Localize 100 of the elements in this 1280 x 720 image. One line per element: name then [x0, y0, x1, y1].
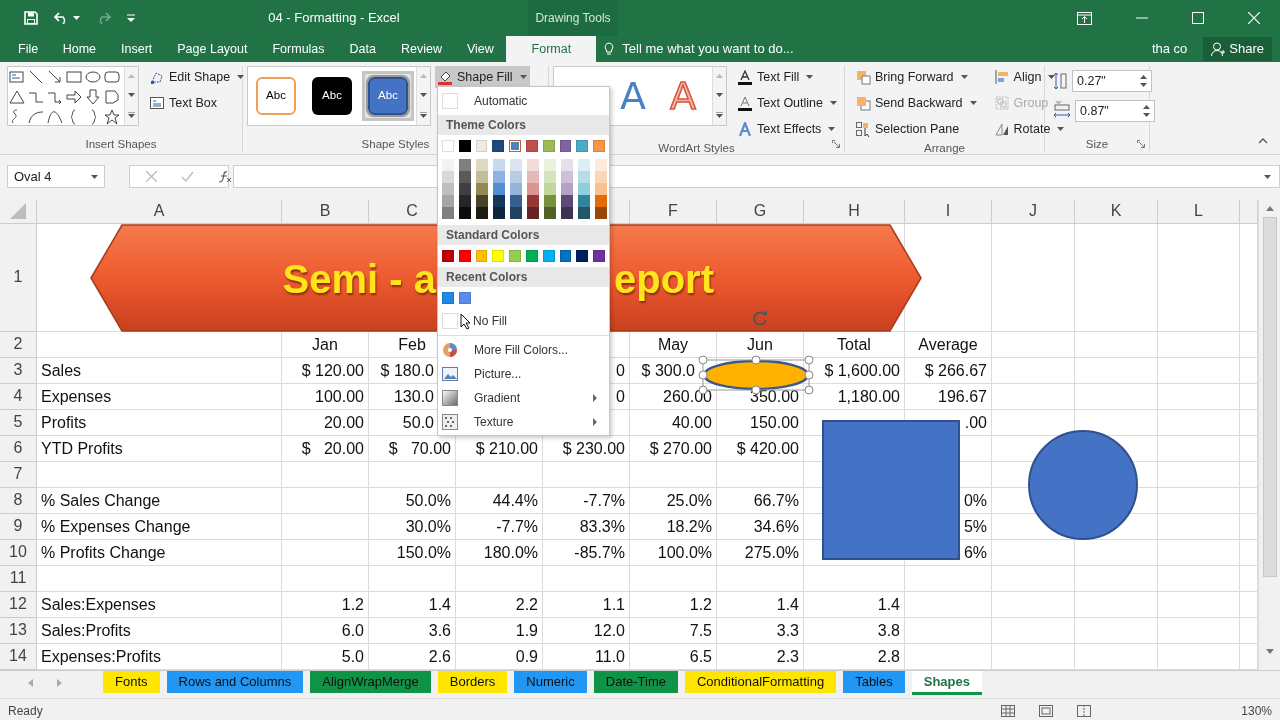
color-swatch[interactable] [561, 159, 573, 171]
close-icon[interactable] [1248, 12, 1260, 24]
sheet-tab[interactable]: Fonts [103, 671, 160, 693]
row-header[interactable]: 5 [0, 410, 37, 436]
row-header[interactable]: 14 [0, 644, 37, 670]
color-swatch[interactable] [459, 183, 471, 195]
ribbon-button[interactable]: Edit Shape [147, 66, 248, 88]
column-header[interactable]: L [1158, 200, 1240, 224]
color-swatch[interactable] [442, 159, 454, 171]
ribbon-tab[interactable]: Formulas [259, 36, 338, 62]
row-header[interactable]: 8 [0, 488, 37, 514]
ribbon-display-icon[interactable] [1077, 11, 1092, 25]
spin-field[interactable]: 0.87" [1075, 100, 1155, 122]
select-all-icon[interactable] [10, 202, 26, 219]
color-swatch[interactable] [578, 207, 590, 219]
color-swatch[interactable] [544, 195, 556, 207]
rotate-handle-icon[interactable] [751, 310, 769, 328]
ribbon-button[interactable]: Selection Pane [853, 118, 980, 140]
color-swatch[interactable] [527, 171, 539, 183]
row-header[interactable]: 9 [0, 514, 37, 540]
sheet-tab[interactable]: Date-Time [593, 671, 678, 693]
more-icon[interactable] [716, 111, 723, 118]
shape-style-option[interactable]: Abc [368, 77, 408, 115]
color-swatch[interactable] [509, 250, 521, 262]
scroll-down-icon[interactable] [420, 93, 427, 97]
menu-item[interactable]: Automatic [474, 92, 528, 110]
next-sheet-icon[interactable] [57, 679, 62, 687]
shape-style-option[interactable]: Abc [312, 77, 352, 115]
spin-arrows-icon[interactable] [1140, 74, 1147, 88]
tell-me-search[interactable]: Tell me what you want to do... [622, 39, 794, 59]
ribbon-tab[interactable]: Insert [108, 36, 165, 62]
sheet-tab[interactable]: Borders [437, 671, 508, 693]
color-swatch[interactable] [561, 171, 573, 183]
column-header[interactable] [1240, 200, 1258, 224]
ribbon-button[interactable]: Send Backward [853, 92, 980, 114]
color-swatch[interactable] [527, 207, 539, 219]
zoom-level[interactable]: 130% [1241, 701, 1272, 720]
color-swatch[interactable] [593, 250, 605, 262]
color-swatch[interactable] [493, 183, 505, 195]
row-header[interactable]: 10 [0, 540, 37, 566]
color-swatch[interactable] [475, 250, 488, 262]
ribbon-tab[interactable]: Page Layout [164, 36, 260, 62]
collapse-ribbon-icon[interactable] [1258, 138, 1268, 144]
row-header[interactable]: 4 [0, 384, 37, 410]
ribbon-button[interactable]: Text Box [147, 92, 248, 114]
lightbulb-icon[interactable] [604, 42, 615, 56]
scrollbar-thumb[interactable] [1262, 217, 1277, 577]
user-name[interactable]: tha co [1151, 39, 1188, 59]
color-swatch[interactable] [510, 207, 522, 219]
sheet-tab[interactable]: AlignWrapMerge [310, 671, 431, 693]
menu-item[interactable]: More Fill Colors... [474, 341, 605, 359]
row-header[interactable]: 3 [0, 358, 37, 384]
column-header[interactable]: G [717, 200, 804, 224]
color-swatch[interactable] [576, 250, 589, 262]
menu-item[interactable]: Texture [474, 413, 577, 431]
color-swatch[interactable] [476, 159, 488, 171]
maximize-icon[interactable] [1192, 12, 1204, 24]
column-header[interactable]: I [905, 200, 992, 224]
cancel-icon[interactable] [146, 171, 157, 182]
color-swatch[interactable] [544, 171, 556, 183]
color-swatch[interactable] [442, 140, 454, 152]
color-swatch[interactable] [442, 207, 454, 219]
function-icon[interactable] [218, 170, 232, 183]
color-swatch[interactable] [510, 159, 522, 171]
color-swatch[interactable] [459, 195, 471, 207]
color-swatch[interactable] [544, 159, 556, 171]
dialog-launcher-icon[interactable] [1137, 140, 1145, 148]
dialog-launcher-icon[interactable] [832, 140, 840, 148]
color-swatch[interactable] [561, 183, 573, 195]
color-swatch[interactable] [475, 140, 488, 152]
column-header[interactable]: K [1075, 200, 1158, 224]
color-swatch[interactable] [459, 292, 471, 304]
column-header[interactable]: A [37, 200, 282, 224]
color-swatch[interactable] [578, 159, 590, 171]
color-swatch[interactable] [576, 140, 589, 152]
ribbon-tab[interactable]: Review [388, 36, 455, 62]
column-header[interactable]: H [804, 200, 905, 224]
ribbon-button[interactable]: Text Effects [735, 118, 840, 140]
scroll-up-icon[interactable] [1265, 206, 1274, 211]
wordart-style-option[interactable]: A [620, 74, 646, 118]
color-swatch[interactable] [476, 195, 488, 207]
row-header[interactable]: 12 [0, 592, 37, 618]
color-swatch[interactable] [509, 140, 521, 152]
color-swatch[interactable] [542, 140, 555, 152]
color-swatch[interactable] [578, 195, 590, 207]
row-header[interactable]: 11 [0, 566, 37, 592]
sheet-tab[interactable]: Rows and Columns [166, 671, 304, 693]
row-header[interactable]: 2 [0, 332, 37, 358]
color-swatch[interactable] [559, 250, 572, 262]
color-swatch[interactable] [595, 207, 607, 219]
color-swatch[interactable] [593, 140, 605, 152]
row-header[interactable]: 6 [0, 436, 37, 462]
ribbon-tab[interactable]: Format [506, 36, 597, 62]
ribbon-tab[interactable]: Data [337, 36, 389, 62]
color-swatch[interactable] [510, 195, 522, 207]
more-icon[interactable] [420, 111, 427, 118]
color-swatch[interactable] [442, 171, 454, 183]
color-swatch[interactable] [544, 183, 556, 195]
color-swatch[interactable] [526, 140, 538, 152]
enter-icon[interactable] [181, 171, 194, 182]
